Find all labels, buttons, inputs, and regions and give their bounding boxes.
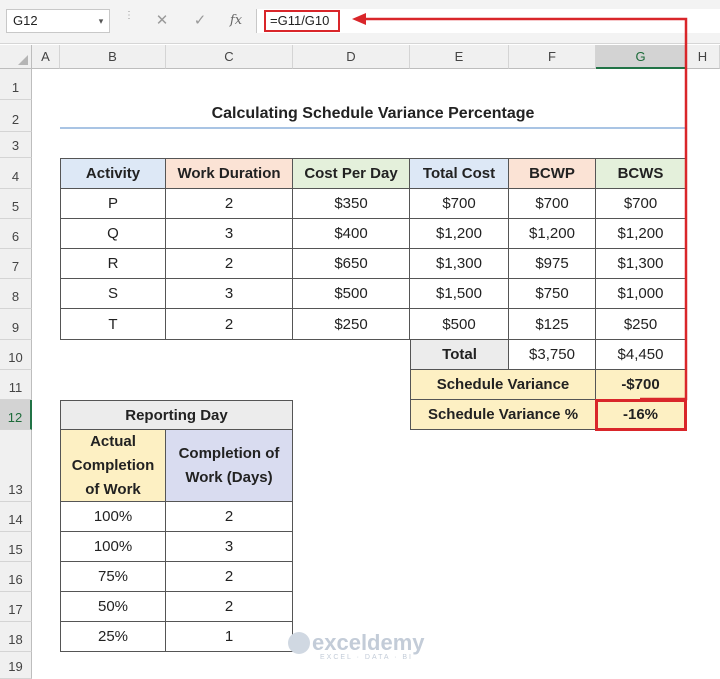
watermark-subtext: EXCEL · DATA · BI — [320, 654, 413, 661]
watermark-text: exceldemy — [312, 630, 425, 655]
exceldemy-logo-icon — [288, 632, 310, 654]
formula-arrow — [352, 13, 688, 401]
